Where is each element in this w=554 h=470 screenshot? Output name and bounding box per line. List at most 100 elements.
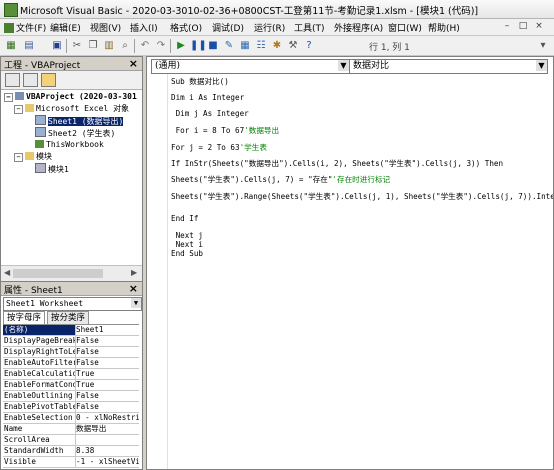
tree-item-thisworkbook[interactable]: ThisWorkbook <box>35 139 104 150</box>
property-row[interactable]: EnableCalculatio True <box>3 369 139 380</box>
project-explorer-icon[interactable]: ▦ <box>238 39 252 53</box>
menu-view[interactable]: 视图(V) <box>90 21 121 34</box>
toolbox-icon[interactable]: ⚒ <box>286 39 300 53</box>
code-line[interactable]: If InStr(Sheets("数据导出").Cells(i, 2), She… <box>171 158 503 169</box>
code-line[interactable]: For j = 2 To 63'学生表 <box>171 142 267 153</box>
collapse-icon[interactable]: − <box>14 105 23 114</box>
toggle-folders-icon[interactable] <box>41 73 56 87</box>
tab-categorized[interactable]: 按分类序 <box>47 311 90 325</box>
menu-run[interactable]: 运行(R) <box>254 21 285 34</box>
scroll-right-icon[interactable]: ▶ <box>131 268 137 277</box>
tab-alphabetic[interactable]: 按字母序 <box>3 311 46 325</box>
menu-format[interactable]: 格式(O) <box>170 21 202 34</box>
inner-minimize-button[interactable]: – <box>500 20 514 33</box>
run-icon[interactable]: ▶ <box>174 39 188 53</box>
property-value[interactable]: False <box>76 358 139 368</box>
menu-file[interactable]: 文件(F) <box>4 21 46 34</box>
property-row[interactable]: ScrollArea <box>3 435 139 446</box>
code-margin-indicator-bar[interactable] <box>149 74 168 469</box>
menu-debug[interactable]: 调试(D) <box>212 21 244 34</box>
collapse-icon[interactable]: − <box>4 93 13 102</box>
code-editor[interactable]: Sub 数据对比() Dim i As Integer Dim j As Inte… <box>149 74 553 469</box>
property-row[interactable]: EnablePivotTable False <box>3 402 139 413</box>
chevron-down-icon[interactable]: ▼ <box>536 60 547 71</box>
reset-icon[interactable]: ■ <box>206 39 220 53</box>
menu-edit[interactable]: 编辑(E) <box>50 21 81 34</box>
property-value[interactable]: 8.38 <box>76 446 139 456</box>
property-row[interactable]: EnableAutoFilter False <box>3 358 139 369</box>
property-value[interactable]: False <box>76 347 139 357</box>
code-line[interactable]: Next i <box>171 240 203 249</box>
excel-icon[interactable]: ▦ <box>4 39 18 53</box>
scroll-thumb[interactable] <box>13 269 103 278</box>
property-row[interactable]: Visible -1 - xlSheetVis <box>3 457 139 468</box>
find-icon[interactable]: ⌕ <box>118 39 132 53</box>
property-value[interactable]: Sheet1 <box>76 325 139 335</box>
menu-tools[interactable]: 工具(T) <box>294 21 325 34</box>
property-value[interactable]: True <box>76 380 139 390</box>
menu-help[interactable]: 帮助(H) <box>428 21 460 34</box>
tree-item-excel-objects[interactable]: − Microsoft Excel 对象 <box>14 103 129 114</box>
property-value[interactable]: False <box>76 336 139 346</box>
code-line[interactable]: End If <box>171 214 198 223</box>
chevron-down-icon[interactable]: ▼ <box>131 298 141 308</box>
property-row[interactable]: (名称) Sheet1 <box>3 325 139 336</box>
property-row[interactable]: StandardWidth 8.38 <box>3 446 139 457</box>
property-value[interactable]: False <box>76 402 139 412</box>
copy-icon[interactable]: ❐ <box>86 39 100 53</box>
tree-item-modules[interactable]: − 模块 <box>14 151 52 162</box>
code-line[interactable]: Sheets("学生表").Range(Sheets("学生表").Cells(… <box>171 191 553 202</box>
menu-insert[interactable]: 插入(I) <box>130 21 158 34</box>
cut-icon[interactable]: ✂ <box>70 39 84 53</box>
object-combo[interactable]: (通用) ▼ <box>151 59 350 74</box>
paste-icon[interactable]: ▥ <box>102 39 116 53</box>
code-line[interactable]: For i = 8 To 67'数据导出 <box>171 125 280 136</box>
property-row[interactable]: DisplayRightToLe False <box>3 347 139 358</box>
tree-item-vbaproject[interactable]: − VBAProject (2020-03-301 <box>4 91 137 102</box>
tree-item-sheet2[interactable]: Sheet2 (学生表) <box>35 127 115 138</box>
object-browser-icon[interactable]: ✱ <box>270 39 284 53</box>
code-line[interactable]: End Sub <box>171 249 203 258</box>
menu-addins[interactable]: 外接程序(A) <box>334 21 383 34</box>
property-row[interactable]: EnableSelection 0 - xlNoRestric <box>3 413 139 424</box>
property-value[interactable] <box>76 435 139 445</box>
collapse-icon[interactable]: − <box>14 153 23 162</box>
redo-icon[interactable]: ↷ <box>154 39 168 53</box>
object-selector[interactable]: Sheet1 Worksheet ▼ <box>3 297 142 311</box>
property-value[interactable]: 0 - xlNoRestric <box>76 413 139 423</box>
save-icon[interactable]: ▣ <box>50 39 64 53</box>
chevron-down-icon[interactable]: ▼ <box>338 60 349 71</box>
procedure-combo[interactable]: 数据对比 ▼ <box>349 59 548 74</box>
close-icon[interactable]: × <box>129 282 138 295</box>
code-line[interactable]: Next j <box>171 231 203 240</box>
property-value[interactable]: 数据导出 <box>76 424 139 434</box>
property-value[interactable]: False <box>76 391 139 401</box>
property-value[interactable]: -1 - xlSheetVis <box>76 457 139 467</box>
inner-close-button[interactable]: × <box>532 20 546 33</box>
insert-module-icon[interactable]: ▤ <box>22 39 36 53</box>
close-icon[interactable]: × <box>129 57 138 70</box>
code-line[interactable]: Sheets("学生表").Cells(j, 7) = "存在"'存在时进行标记 <box>171 174 390 185</box>
inner-maximize-button[interactable]: □ <box>516 20 530 33</box>
design-mode-icon[interactable]: ✎ <box>222 39 236 53</box>
scroll-left-icon[interactable]: ◀ <box>4 268 10 277</box>
view-code-icon[interactable] <box>5 73 20 87</box>
property-row[interactable]: EnableOutlining False <box>3 391 139 402</box>
code-line[interactable]: Sub 数据对比() <box>171 76 229 87</box>
toolbar-overflow-icon[interactable]: ▾ <box>536 39 550 53</box>
tree-item-sheet1[interactable]: Sheet1 (数据导出) <box>35 115 124 126</box>
properties-icon[interactable]: ☷ <box>254 39 268 53</box>
undo-icon[interactable]: ↶ <box>138 39 152 53</box>
code-line[interactable]: Dim i As Integer <box>171 93 244 102</box>
tree-item-module1[interactable]: 模块1 <box>35 163 69 174</box>
help-icon[interactable]: ? <box>302 39 316 53</box>
tree-horizontal-scrollbar[interactable]: ◀ ▶ <box>1 265 142 281</box>
property-row[interactable]: Name 数据导出 <box>3 424 139 435</box>
property-row[interactable]: EnableFormatCond True <box>3 380 139 391</box>
code-line[interactable]: Dim j As Integer <box>171 109 249 118</box>
view-object-icon[interactable] <box>23 73 38 87</box>
property-value[interactable]: True <box>76 369 139 379</box>
break-icon[interactable]: ❚❚ <box>190 39 207 53</box>
property-row[interactable]: DisplayPageBreak False <box>3 336 139 347</box>
menu-window[interactable]: 窗口(W) <box>388 21 422 34</box>
